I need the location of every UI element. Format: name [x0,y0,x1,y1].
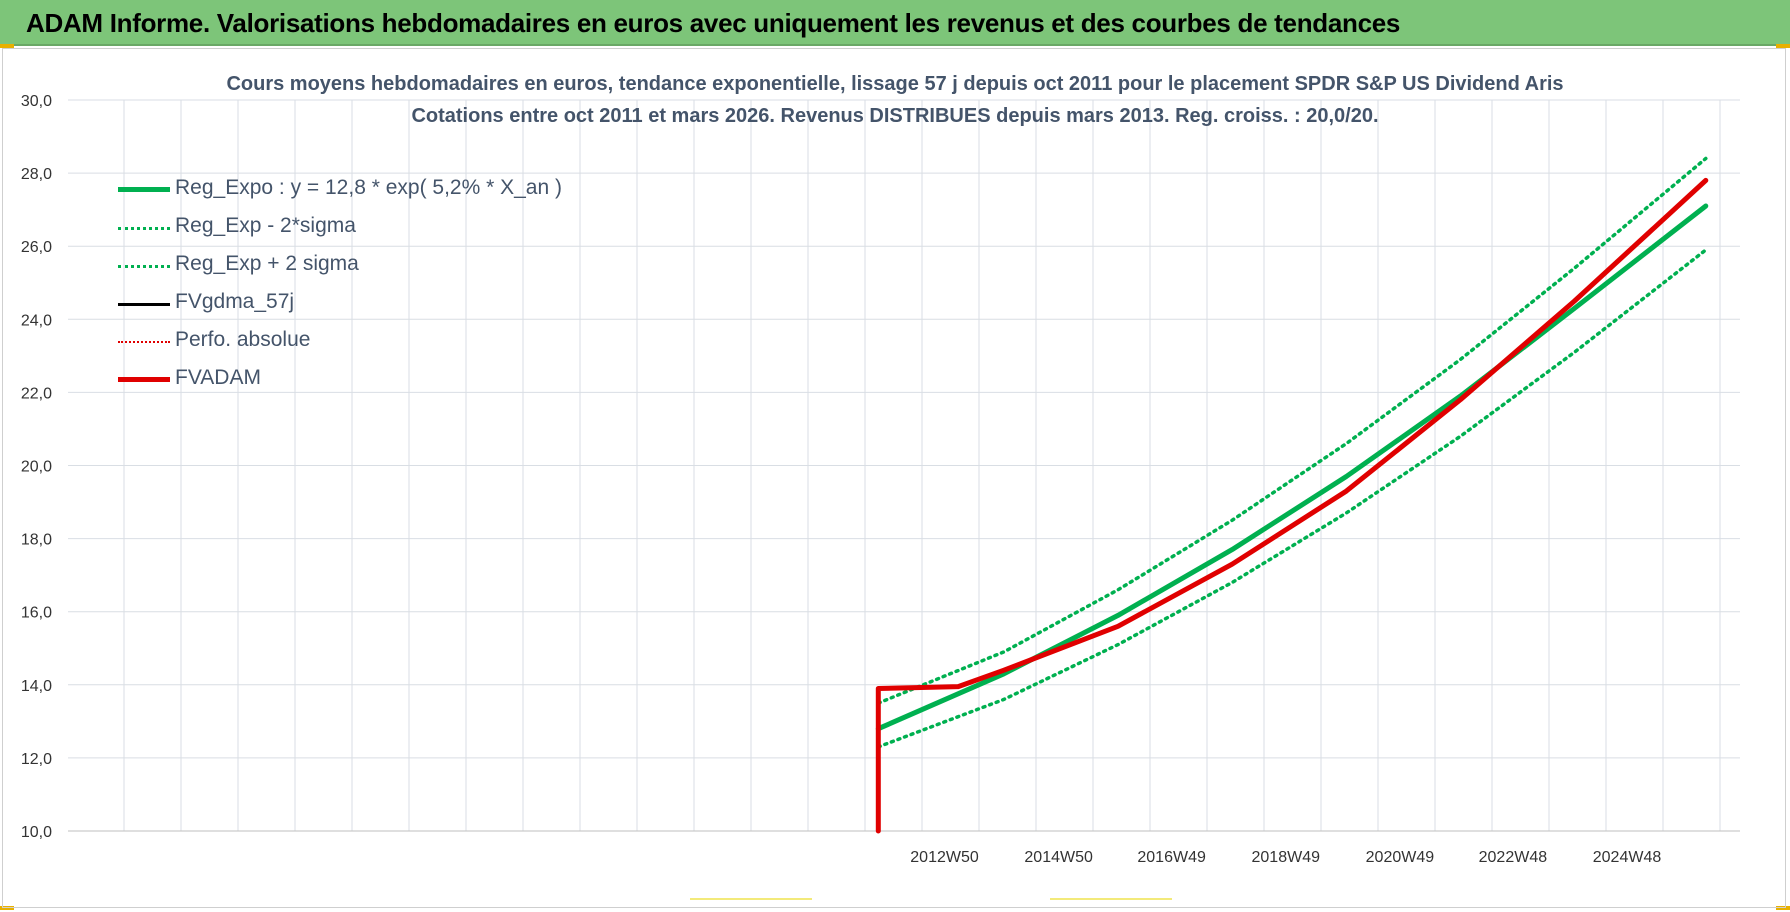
chart-plot: 10,0 12,0 14,0 16,0 18,0 20,0 22,0 24,0 26,0 28,0… [21,93,1740,866]
series-reg-exp-plus [876,156,1708,705]
legend-label: FVgdma_57j [175,290,295,313]
y-tick-label: 12,0 [21,751,52,768]
x-tick-label: 2024W48 [1593,849,1662,866]
y-tick-label: 28,0 [21,166,52,183]
y-tick-label: 24,0 [21,312,52,329]
legend-swatch-perfo [118,341,170,343]
legend-swatch-fvgdma [118,303,170,306]
series-reg-expo [875,203,1709,732]
legend-label: Reg_Exp + 2 sigma [175,252,359,275]
x-tick-label: 2012W50 [910,849,979,866]
chart-title: Cours moyens hebdomadaires en euros, ten… [226,73,1564,95]
yellow-mark-2 [1050,898,1172,900]
yellow-mark-1 [690,898,812,900]
series-fvadam [875,177,1709,834]
y-tick-label: 22,0 [21,385,52,402]
legend-swatch-reg-exp-plus [118,265,170,268]
y-tick-label: 20,0 [21,459,52,476]
y-tick-label: 16,0 [21,605,52,622]
legend-label: FVADAM [175,366,261,389]
chart-subtitle: Cotations entre oct 2011 et mars 2026. R… [411,105,1379,127]
x-tick-label: 2018W49 [1252,849,1321,866]
y-tick-label: 10,0 [21,824,52,841]
legend-swatch-fvadam [118,377,170,382]
series-fvgdma [877,179,1708,690]
y-tick-label: 18,0 [21,532,52,549]
legend-swatch-reg-exp-minus [118,227,170,230]
legend-label: Reg_Expo : y = 12,8 * exp( 5,2% * X_an ) [175,176,562,199]
x-tick-label: 2022W48 [1479,849,1548,866]
x-tick-label: 2016W49 [1137,849,1206,866]
x-tick-label: 2020W49 [1366,849,1435,866]
legend-swatch-reg-expo [118,187,170,192]
legend-label: Reg_Exp - 2*sigma [175,214,356,237]
x-tick-label: 2014W50 [1024,849,1093,866]
legend-label: Perfo. absolue [175,328,311,351]
y-tick-label: 14,0 [21,678,52,695]
y-tick-label: 26,0 [21,239,52,256]
